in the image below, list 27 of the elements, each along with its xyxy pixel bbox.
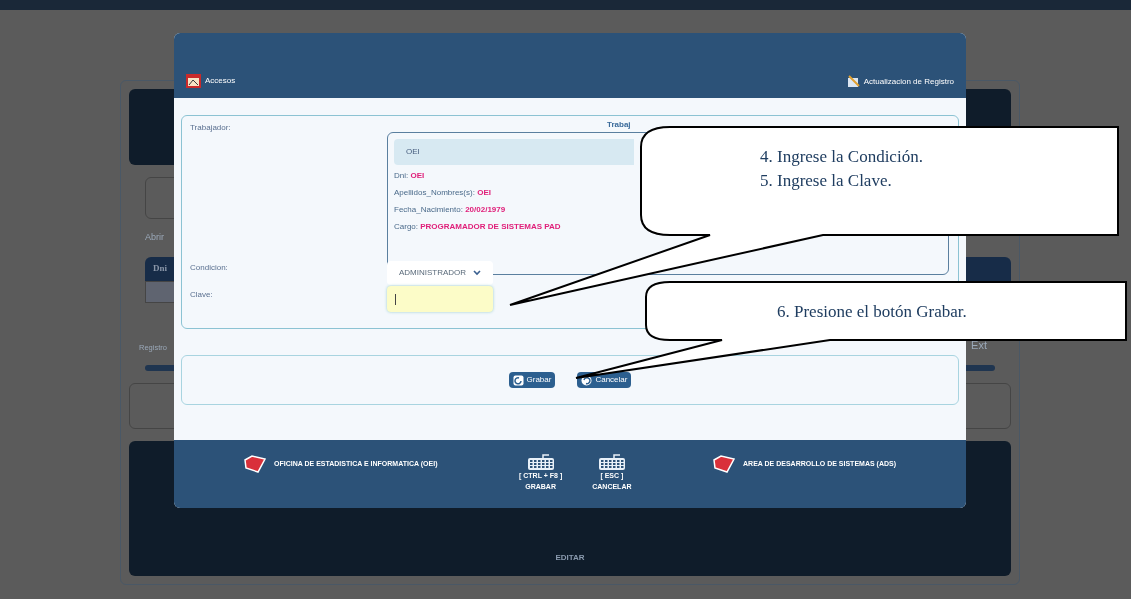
instruction-text: 6. Presione el botón Grabar. xyxy=(777,301,967,323)
open-label: Abrir xyxy=(145,231,165,244)
worker-field: Fecha_Nacimiento: 20/02/1979 xyxy=(394,204,506,216)
text-cursor xyxy=(395,293,396,305)
save-button[interactable]: Grabar xyxy=(508,372,556,388)
keyboard-icon xyxy=(597,453,626,471)
keyboard-icon xyxy=(526,453,555,471)
save-icon xyxy=(512,374,524,386)
instruction-text: 4. Ingrese la Condición. xyxy=(760,146,923,168)
condition-label: Condicion: xyxy=(190,262,228,274)
worker-field: Apellidos_Nombres(s): OEI xyxy=(394,187,491,199)
key-input[interactable] xyxy=(387,286,493,312)
next-label: Ext xyxy=(971,337,987,353)
condition-select[interactable]: ADMINISTRADOR xyxy=(387,261,493,285)
worker-field: Cargo: PROGRAMADOR DE SISTEMAS PAD xyxy=(394,221,561,233)
worker-field: Dni: OEI xyxy=(394,170,425,182)
chevron-down-icon xyxy=(473,270,481,276)
edit-icon xyxy=(846,75,860,88)
instruction-text: 5. Ingrese la Clave. xyxy=(760,170,893,192)
worker-label: Trabajador: xyxy=(190,122,231,134)
card-title: Trabaj xyxy=(607,119,631,131)
selected-worker-option[interactable]: OEI xyxy=(394,139,634,165)
key-label: Clave: xyxy=(190,289,213,301)
modal-title: Accesos xyxy=(205,75,236,87)
modal-subtitle: Actualizacion de Registro xyxy=(863,75,954,88)
edit-label: EDITAR xyxy=(555,552,585,564)
app-icon xyxy=(186,74,201,88)
